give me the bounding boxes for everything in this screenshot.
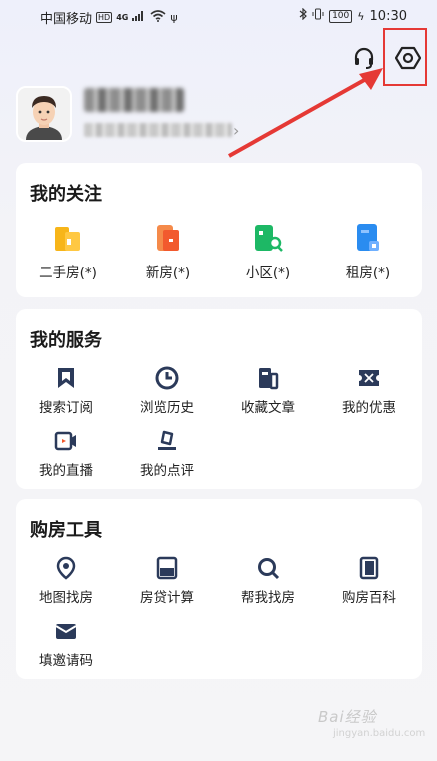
follow-item-label: 二手房(*) xyxy=(39,265,97,281)
chevron-right-icon[interactable]: › xyxy=(233,121,239,140)
service-item-history[interactable]: 浏览历史 xyxy=(117,366,217,416)
service-item-label: 搜索订阅 xyxy=(39,400,93,416)
service-item-label: 我的点评 xyxy=(140,463,194,479)
follow-item-second-hand[interactable]: 二手房(*) xyxy=(18,221,118,281)
tool-item-label: 购房百科 xyxy=(342,590,396,606)
service-item-saved-articles[interactable]: 收藏文章 xyxy=(218,366,318,416)
follow-item-new-house[interactable]: 新房(*) xyxy=(118,221,218,281)
follow-item-rent[interactable]: 租房(*) xyxy=(318,221,418,281)
status-bar: 中国移动 HD 4G ψ 100 ϟ 10:30 xyxy=(0,0,437,32)
envelope-icon xyxy=(54,619,78,643)
bluetooth-icon xyxy=(299,7,307,24)
watermark: Bai经验 xyxy=(318,708,377,726)
community-icon xyxy=(251,221,285,255)
review-icon xyxy=(155,429,179,453)
service-item-label: 收藏文章 xyxy=(241,400,295,416)
highlight-box xyxy=(383,28,427,86)
services-title: 我的服务 xyxy=(30,330,102,351)
service-item-label: 浏览历史 xyxy=(140,400,194,416)
tool-item-label: 帮我找房 xyxy=(241,590,295,606)
calculator-icon xyxy=(155,556,179,580)
service-item-search-subscribe[interactable]: 搜索订阅 xyxy=(16,366,116,416)
tool-item-label: 地图找房 xyxy=(39,590,93,606)
profile-subtext-blurred[interactable] xyxy=(84,123,232,137)
follow-item-label: 小区(*) xyxy=(245,265,291,281)
article-icon xyxy=(256,366,280,390)
search-icon xyxy=(256,556,280,580)
rent-house-icon xyxy=(351,221,385,255)
signal-icon xyxy=(132,10,146,25)
tool-item-encyclopedia[interactable]: 购房百科 xyxy=(319,556,419,606)
carrier-label: 中国移动 xyxy=(40,12,93,27)
bookmark-icon xyxy=(54,366,78,390)
wifi-icon xyxy=(150,9,166,26)
battery-indicator: 100 xyxy=(329,9,353,23)
map-pin-icon xyxy=(54,556,78,580)
tools-card: 购房工具 地图找房 房贷计算 帮我找房 购房百科 填邀请码 xyxy=(16,499,422,679)
new-house-icon xyxy=(151,221,185,255)
follow-title: 我的关注 xyxy=(30,184,102,205)
network-label: 4G xyxy=(116,13,129,22)
annotation-arrow-icon xyxy=(228,68,383,158)
service-item-coupons[interactable]: 我的优惠 xyxy=(319,366,419,416)
tool-item-find-house[interactable]: 帮我找房 xyxy=(218,556,318,606)
coupon-icon xyxy=(357,366,381,390)
service-item-label: 我的优惠 xyxy=(342,400,396,416)
tool-item-label: 房贷计算 xyxy=(140,590,194,606)
service-item-reviews[interactable]: 我的点评 xyxy=(117,429,217,479)
hd-badge: HD xyxy=(96,12,113,23)
second-hand-house-icon xyxy=(51,221,85,255)
watermark-sub: jingyan.baidu.com xyxy=(333,728,426,739)
username-blurred[interactable] xyxy=(84,88,184,112)
follow-card: 我的关注 二手房(*) 新房(*) 小区(*) 租房(*) xyxy=(16,163,422,297)
tool-item-invite-code[interactable]: 填邀请码 xyxy=(16,619,116,669)
clock-icon xyxy=(155,366,179,390)
book-icon xyxy=(357,556,381,580)
tool-item-map[interactable]: 地图找房 xyxy=(16,556,116,606)
service-item-live[interactable]: 我的直播 xyxy=(16,429,116,479)
vibrate-icon xyxy=(312,8,324,24)
follow-item-label: 租房(*) xyxy=(345,265,391,281)
tool-item-loan-calc[interactable]: 房贷计算 xyxy=(117,556,217,606)
follow-item-community[interactable]: 小区(*) xyxy=(218,221,318,281)
tools-title: 购房工具 xyxy=(30,520,102,541)
services-card: 我的服务 搜索订阅 浏览历史 收藏文章 我的优惠 我的直播 我的点评 xyxy=(16,309,422,489)
service-item-label: 我的直播 xyxy=(39,463,93,479)
follow-item-label: 新房(*) xyxy=(145,265,191,281)
clock-time: 10:30 xyxy=(369,8,407,24)
usb-icon: ψ xyxy=(170,11,178,24)
charging-icon: ϟ xyxy=(357,9,365,23)
live-icon xyxy=(54,429,78,453)
avatar[interactable] xyxy=(16,86,72,142)
tool-item-label: 填邀请码 xyxy=(39,653,93,669)
